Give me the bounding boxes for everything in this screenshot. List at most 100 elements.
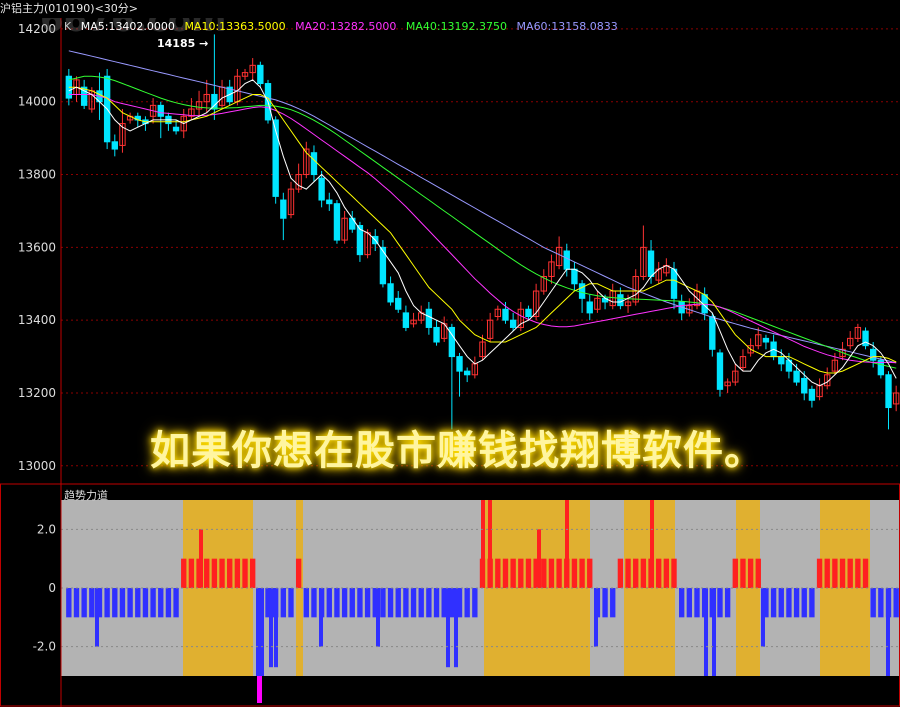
ma10-line	[68, 86, 897, 374]
trend-bar	[855, 558, 861, 588]
trend-bar	[165, 588, 172, 618]
trend-bar	[816, 558, 823, 588]
trend-bar	[793, 588, 800, 618]
trend-tick-label: 2.0	[37, 522, 56, 536]
trend-spike-bar	[376, 588, 380, 647]
trend-bar	[740, 558, 746, 588]
trend-bar	[334, 588, 340, 618]
ma10-label: MA10:13363.5000	[184, 20, 286, 33]
trend-bar	[633, 558, 639, 588]
trend-bar	[732, 558, 738, 588]
candle-body	[310, 152, 318, 176]
candle-body	[257, 64, 264, 85]
trend-bar	[510, 558, 516, 588]
candle-body	[318, 177, 325, 201]
trend-bar	[518, 558, 524, 588]
trend-spike-bar	[256, 588, 260, 676]
trend-bar	[66, 588, 72, 618]
candle-body	[801, 377, 808, 394]
trend-bar	[357, 588, 363, 618]
trend-bar	[119, 588, 126, 618]
trend-bar	[89, 588, 95, 618]
candle-body	[670, 268, 678, 299]
trend-bar	[472, 588, 478, 618]
ma20-label: MA20:13282.5000	[295, 20, 397, 33]
trend-force-axis: 2.0 0 -2.0	[33, 522, 56, 653]
trend-spike-bar	[537, 529, 541, 588]
candlestick-series	[65, 34, 900, 430]
trend-bar	[870, 588, 876, 618]
instrument-code: (010190)	[44, 2, 95, 15]
price-tick-label: 13000	[18, 459, 56, 473]
trend-spike-bar	[704, 588, 708, 676]
trend-bar	[403, 588, 409, 618]
trend-bar	[495, 558, 501, 588]
trend-bar	[678, 588, 685, 618]
candle-body	[333, 203, 341, 241]
trend-bar	[433, 588, 440, 618]
trend-bar	[617, 558, 624, 588]
trend-spike-bar	[886, 588, 890, 676]
trend-bar	[303, 588, 309, 618]
trend-bar	[847, 558, 853, 588]
trend-bar	[778, 588, 784, 618]
trend-bar	[127, 588, 133, 618]
promo-banner: 如果你想在股市赚钱找翔博软件。	[150, 427, 765, 474]
trend-bar	[786, 588, 792, 618]
trend-bar	[579, 558, 585, 588]
trend-spike-bar	[565, 500, 569, 588]
trend-bar	[104, 588, 110, 618]
trend-spike-bar	[260, 588, 264, 676]
price-tick-label: 14000	[18, 95, 56, 109]
trend-bar	[694, 588, 700, 618]
trend-spike-bar	[95, 588, 99, 647]
candle-body	[172, 126, 180, 132]
trend-spike-bar	[454, 588, 458, 668]
price-tick-label: 13200	[18, 386, 56, 400]
trend-tick-label: 0	[48, 581, 56, 595]
trend-bar	[204, 558, 210, 588]
candle-body	[793, 370, 800, 383]
trend-bar	[142, 588, 149, 618]
trend-bar	[380, 588, 386, 618]
trend-bar	[809, 588, 815, 618]
trend-bar	[112, 588, 118, 618]
trend-bar	[839, 558, 846, 588]
trend-bar	[656, 558, 662, 588]
trend-bar	[326, 588, 332, 618]
trend-spike-bar	[446, 588, 450, 668]
candle-body	[778, 356, 785, 365]
trend-bar	[755, 558, 761, 588]
trend-bar	[801, 588, 807, 618]
candle-body	[808, 388, 816, 401]
trend-bar	[242, 558, 248, 588]
trend-spike-bar	[319, 588, 323, 647]
trend-spike-bar	[594, 588, 598, 647]
trend-bar	[181, 558, 187, 588]
main-price-grid	[61, 28, 900, 467]
trend-bar	[525, 558, 532, 588]
trend-bar	[418, 588, 424, 618]
candle-body	[525, 308, 532, 318]
candle-body	[509, 319, 517, 328]
chart-header: 沪铝主力(010190)<30分>	[0, 0, 900, 18]
trend-bar	[341, 588, 348, 618]
trend-bar	[663, 558, 670, 588]
ma40-line	[68, 75, 897, 369]
trend-bar	[280, 588, 287, 618]
trend-bar	[211, 558, 218, 588]
trend-bar	[150, 588, 156, 618]
ma60-label: MA60:13158.0833	[516, 20, 618, 33]
period-selector[interactable]: <30分>	[95, 2, 138, 15]
trend-bar	[227, 558, 233, 588]
trend-bar	[188, 558, 195, 588]
k-label: K	[64, 20, 72, 33]
trend-bar	[349, 588, 355, 618]
trend-bar	[464, 588, 470, 618]
trend-tick-label: -2.0	[33, 640, 56, 654]
trend-bar	[311, 588, 317, 618]
ma60-line	[68, 50, 897, 364]
candle-body	[862, 330, 869, 347]
trend-spike-bar	[481, 500, 485, 588]
trend-bar	[571, 558, 578, 588]
